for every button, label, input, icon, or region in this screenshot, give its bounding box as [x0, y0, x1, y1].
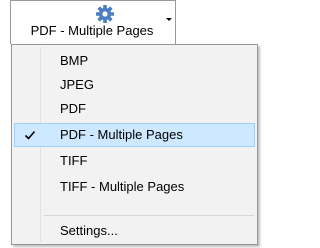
menu-item-label: PDF - Multiple Pages — [60, 127, 183, 142]
menu-item-tiff[interactable]: TIFF — [14, 149, 255, 173]
menu-item-label: Settings... — [60, 223, 118, 238]
menu-item-pdf[interactable]: PDF — [14, 97, 255, 121]
menu-item-label: PDF — [60, 101, 86, 116]
gear-icon — [96, 5, 114, 23]
menu-item-label: BMP — [60, 53, 89, 68]
menu-item-label: TIFF — [60, 153, 88, 168]
format-dropdown-menu: BMP JPEG PDF PDF - Multiple Pages TIFF T… — [11, 44, 258, 245]
stage: PDF - Multiple Pages BMP JPEG PDF PDF - … — [0, 0, 261, 248]
menu-item-jpeg[interactable]: JPEG — [14, 73, 255, 97]
dropdown-arrow-icon[interactable] — [166, 18, 172, 21]
menu-separator — [44, 215, 254, 216]
menu-item-pdf-multiple-pages[interactable]: PDF - Multiple Pages — [14, 123, 255, 147]
output-format-split-button[interactable]: PDF - Multiple Pages — [10, 0, 176, 44]
split-button-label: PDF - Multiple Pages — [30, 23, 154, 38]
menu-item-label: JPEG — [60, 77, 94, 92]
menu-item-label: TIFF - Multiple Pages — [60, 179, 185, 194]
menu-item-bmp[interactable]: BMP — [14, 49, 255, 73]
menu-item-settings[interactable]: Settings... — [14, 219, 255, 243]
menu-item-tiff-multiple-pages[interactable]: TIFF - Multiple Pages — [14, 175, 255, 199]
checkmark-icon — [24, 130, 36, 140]
